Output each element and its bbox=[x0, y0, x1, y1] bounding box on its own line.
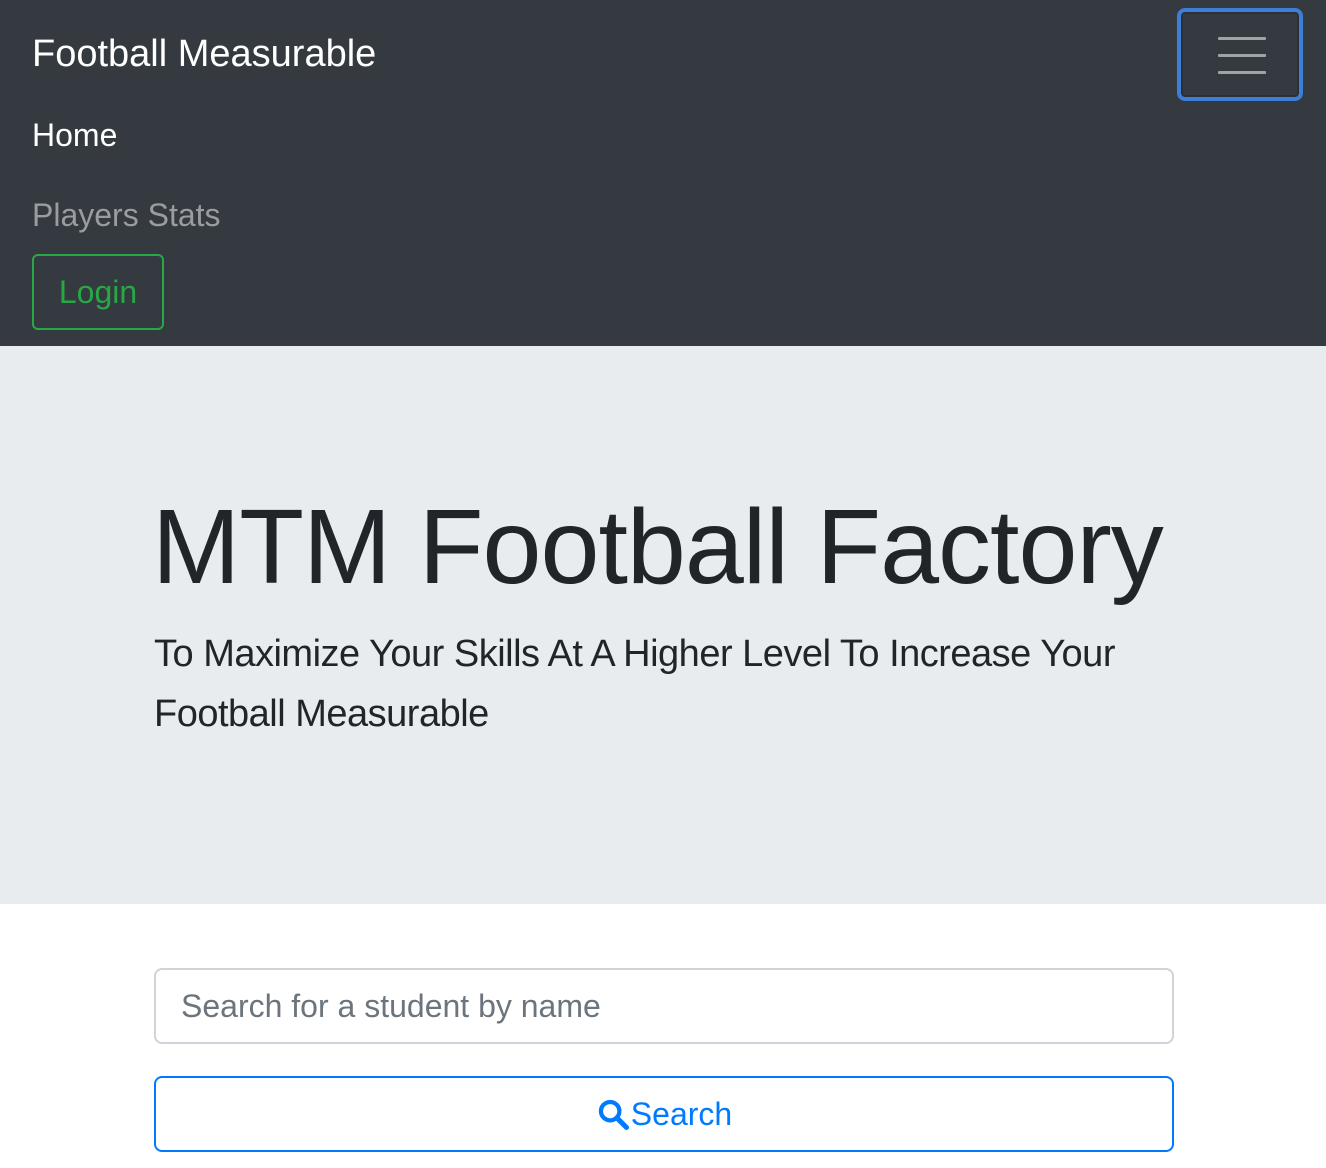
search-icon bbox=[598, 1099, 629, 1131]
hamburger-icon bbox=[1218, 37, 1266, 40]
nav-link-home[interactable]: Home bbox=[32, 115, 117, 155]
hamburger-icon-bar bbox=[1218, 71, 1266, 74]
search-button[interactable]: Search bbox=[154, 1076, 1174, 1152]
navbar: Football Measurable Home Players Stats L… bbox=[0, 0, 1326, 346]
search-input[interactable] bbox=[154, 968, 1174, 1044]
search-button-label: Search bbox=[630, 1095, 733, 1132]
hamburger-icon-bar bbox=[1218, 54, 1266, 57]
nav-link-players-stats[interactable]: Players Stats bbox=[32, 195, 221, 235]
page-title: MTM Football Factory bbox=[152, 488, 1164, 606]
lead-text: To Maximize Your Skills At A Higher Leve… bbox=[154, 633, 1115, 735]
navbar-toggler-button[interactable] bbox=[1177, 8, 1303, 101]
jumbotron: MTM Football Factory To Maximize Your Sk… bbox=[0, 346, 1326, 904]
brand-link[interactable]: Football Measurable bbox=[32, 30, 376, 78]
login-button[interactable]: Login bbox=[32, 254, 164, 330]
